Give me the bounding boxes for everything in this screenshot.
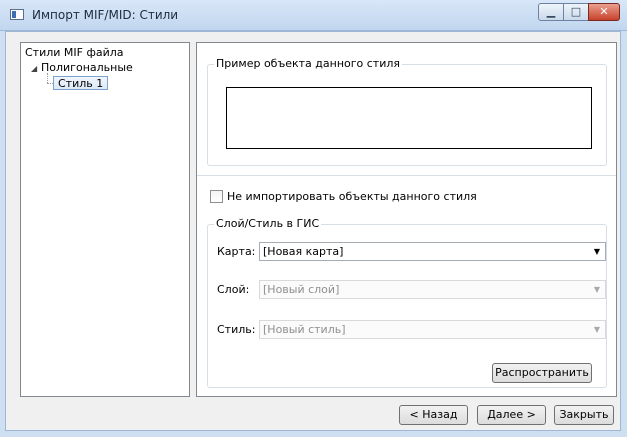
tree-header: Стили MIF файла (25, 46, 124, 59)
style-dropdown-value: [Новый стиль] (263, 323, 346, 336)
style-dropdown[interactable]: [Новый стиль] ▼ (259, 320, 606, 339)
chevron-down-icon: ▼ (593, 285, 600, 294)
map-dropdown[interactable]: [Новая карта] ▼ (259, 242, 606, 261)
maximize-button[interactable]: □ (563, 3, 589, 21)
styles-tree[interactable]: Стили MIF файла ◢ Полигональные Стиль 1 (20, 42, 190, 397)
dialog-body: Стили MIF файла ◢ Полигональные Стиль 1 … (5, 31, 621, 431)
window-title: Импорт MIF/MID: Стили (32, 8, 179, 22)
divider (197, 175, 616, 176)
layer-label: Слой: (217, 283, 250, 296)
layer-dropdown[interactable]: [Новый слой] ▼ (259, 280, 606, 299)
layer-dropdown-value: [Новый слой] (263, 283, 340, 296)
title-bar: Импорт MIF/MID: Стили ▁ □ ✕ (0, 0, 627, 31)
minimize-button[interactable]: ▁ (538, 3, 564, 21)
style-label: Стиль: (217, 323, 256, 336)
preview-group-title: Пример объекта данного стиля (214, 57, 403, 70)
skip-import-checkbox[interactable] (210, 190, 223, 203)
chevron-down-icon: ▼ (593, 325, 600, 334)
tree-connector (47, 73, 48, 83)
next-button[interactable]: Далее > (477, 405, 546, 425)
gis-group-title: Слой/Стиль в ГИС (214, 217, 322, 230)
tree-expand-icon[interactable]: ◢ (31, 64, 37, 73)
maximize-icon: □ (570, 5, 582, 18)
close-icon: ✕ (599, 5, 609, 18)
spread-button[interactable]: Распространить (492, 363, 592, 383)
app-icon (10, 9, 24, 20)
close-window-button[interactable]: ✕ (588, 3, 620, 21)
back-button[interactable]: < Назад (399, 405, 468, 425)
style-settings-panel: Пример объекта данного стиля Не импортир… (196, 42, 617, 397)
style-preview-area (226, 87, 592, 149)
preview-group: Пример объекта данного стиля (207, 57, 607, 166)
minimize-icon: ▁ (546, 5, 556, 18)
skip-import-label[interactable]: Не импортировать объекты данного стиля (227, 190, 477, 203)
close-button[interactable]: Закрыть (554, 405, 614, 425)
tree-node-polygonal[interactable]: Полигональные (41, 61, 133, 74)
chevron-down-icon: ▼ (593, 247, 600, 256)
map-dropdown-value: [Новая карта] (263, 245, 344, 258)
tree-item-style-1[interactable]: Стиль 1 (53, 76, 109, 90)
map-label: Карта: (217, 245, 256, 258)
